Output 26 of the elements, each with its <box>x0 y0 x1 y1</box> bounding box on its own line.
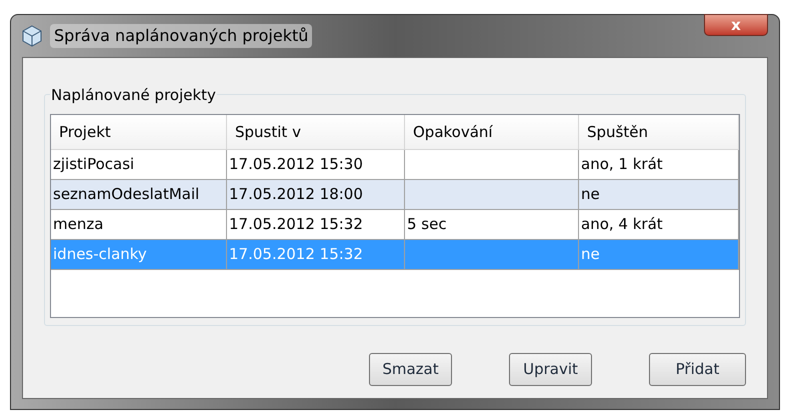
table-cell-text: 17.05.2012 15:32 <box>229 214 363 236</box>
table-cell-text: menza <box>53 214 104 236</box>
table-row[interactable]: zjistiPocasi 17.05.2012 15:30 ano, 1 krát <box>51 150 739 180</box>
dialog-button[interactable]: Přidat <box>649 353 746 386</box>
cube-icon <box>22 25 42 47</box>
table-cell-text: ne <box>581 184 600 206</box>
column-header[interactable]: Spuštěn <box>579 115 739 149</box>
table-cell-text: ano, 1 krát <box>581 154 663 176</box>
table-cell-text: 17.05.2012 15:32 <box>229 244 363 266</box>
table-cell-text: ne <box>581 244 600 266</box>
table-cell-text: 17.05.2012 18:00 <box>229 184 363 206</box>
dialog-button[interactable]: Smazat <box>369 353 452 386</box>
column-header[interactable]: Opakování <box>405 115 579 149</box>
dialog-button[interactable]: Upravit <box>509 353 592 386</box>
table-cell-text: idnes-clanky <box>53 244 147 266</box>
column-header[interactable]: Projekt <box>51 115 227 149</box>
table-cell-text: 17.05.2012 15:30 <box>229 154 363 176</box>
table-cell-text: 5 sec <box>407 214 447 236</box>
table-cell-text: ano, 4 krát <box>581 214 663 236</box>
table-cell-text: zjistiPocasi <box>53 154 134 176</box>
window-title: Správa naplánovaných projektů <box>50 24 312 48</box>
table-cell-text: seznamOdeslatMail <box>53 184 200 206</box>
table-row[interactable]: menza 17.05.2012 15:32 5 sec ano, 4 krát <box>51 210 739 240</box>
close-button[interactable]: x <box>704 14 768 36</box>
column-header[interactable]: Spustit v <box>227 115 405 149</box>
table-row[interactable]: seznamOdeslatMail 17.05.2012 18:00 ne <box>51 180 739 210</box>
